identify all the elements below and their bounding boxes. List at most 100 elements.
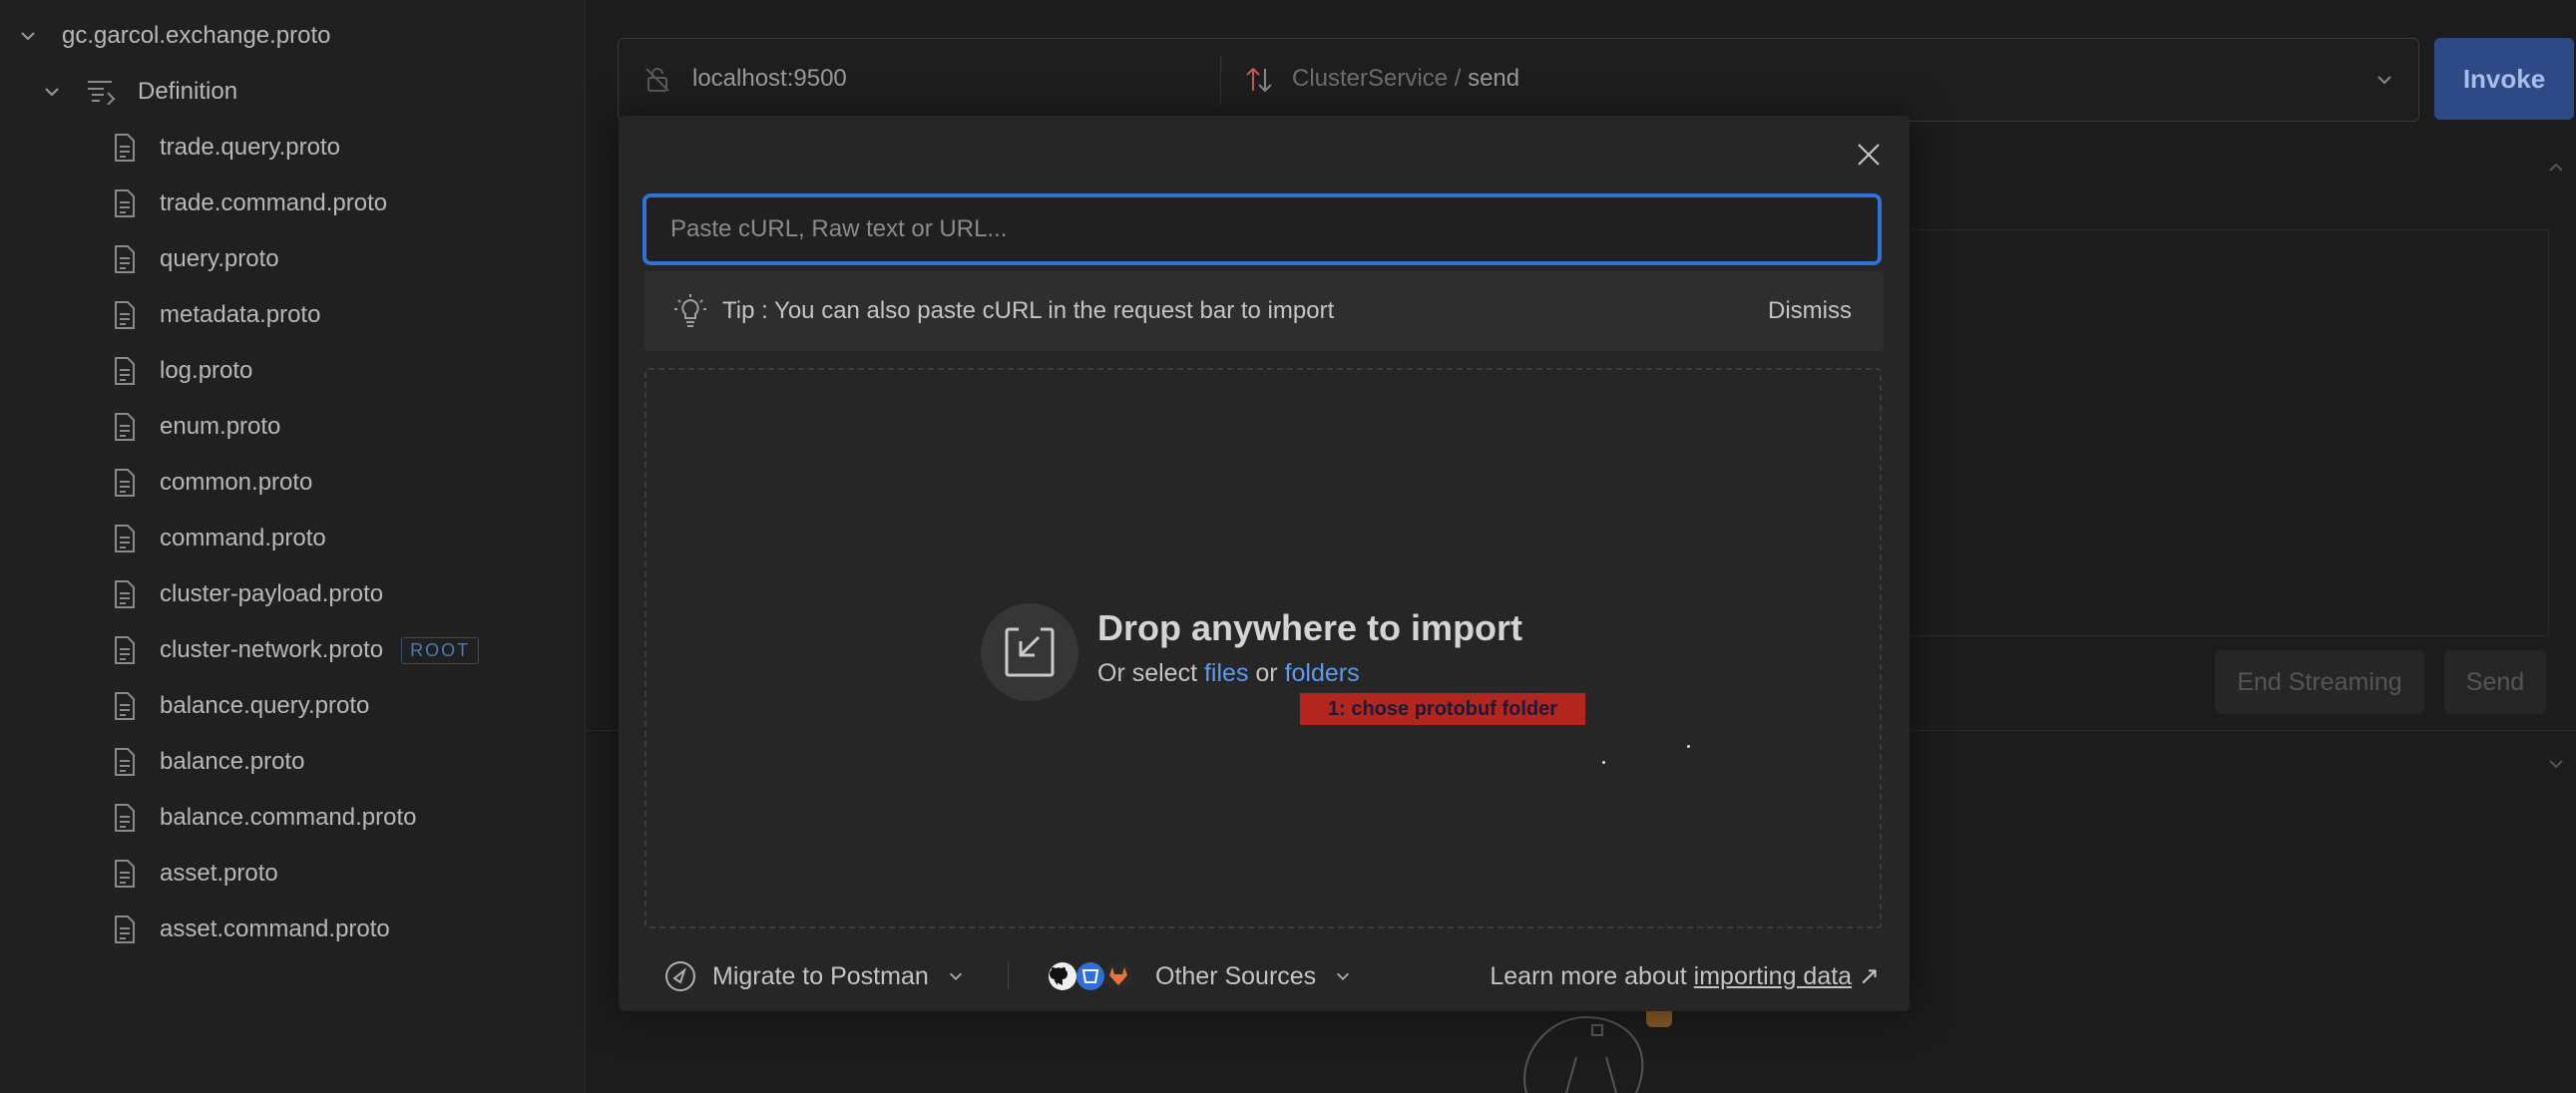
folders-link[interactable]: folders	[1285, 659, 1360, 687]
file-icon	[115, 580, 135, 608]
sidebar-file-item[interactable]: cluster-network.proto ROOT	[114, 622, 480, 678]
tree-root-label: gc.garcol.exchange.proto	[62, 22, 331, 49]
astronaut-illustration	[1523, 997, 1672, 1093]
learn-more-text: Learn more about	[1490, 962, 1694, 990]
file-name: asset.command.proto	[160, 915, 390, 942]
import-modal: Paste cURL, Raw text or URL... Tip : You…	[619, 116, 1910, 1011]
file-icon	[115, 245, 135, 273]
learn-more: Learn more about importing data ↗	[1490, 961, 1880, 991]
file-name: log.proto	[160, 357, 253, 384]
importing-data-link[interactable]: importing data	[1694, 962, 1852, 990]
sidebar-file-item[interactable]: query.proto	[114, 231, 279, 287]
root-badge: ROOT	[401, 636, 480, 664]
file-name: balance.query.proto	[160, 692, 370, 719]
message-editor[interactable]	[1910, 229, 2549, 636]
sidebar-file-item[interactable]: common.proto	[114, 455, 312, 511]
file-icon	[115, 189, 135, 217]
import-icon	[1005, 627, 1055, 677]
file-name: metadata.proto	[160, 301, 321, 328]
file-icon	[115, 636, 135, 664]
method-name: send	[1468, 65, 1520, 92]
postman-icon	[665, 961, 695, 991]
modal-footer: Migrate to Postman Other Sources Learn m…	[619, 941, 1910, 1011]
dismiss-button[interactable]: Dismiss	[1768, 297, 1852, 325]
send-button[interactable]: Send	[2444, 650, 2546, 714]
tree-definition-label: Definition	[138, 78, 238, 105]
file-icon	[115, 413, 135, 441]
migrate-label: Migrate to Postman	[712, 961, 929, 990]
request-bar[interactable]: localhost:9500 ClusterService / send	[618, 38, 2419, 122]
swap-vertical-icon	[1246, 67, 1272, 93]
file-icon	[115, 134, 135, 162]
file-icon	[115, 525, 135, 552]
file-name: trade.query.proto	[160, 134, 340, 161]
tree-root[interactable]: gc.garcol.exchange.proto	[18, 8, 331, 64]
method-selector[interactable]: ClusterService / send	[1292, 65, 1519, 93]
migrate-dropdown[interactable]: Migrate to Postman	[664, 960, 965, 992]
sidebar-file-item[interactable]: asset.command.proto	[114, 902, 390, 957]
file-icon	[115, 301, 135, 329]
tree-definition[interactable]: Definition	[42, 64, 237, 120]
file-name: balance.proto	[160, 748, 305, 775]
file-name: asset.proto	[160, 860, 278, 887]
sidebar-file-item[interactable]: asset.proto	[114, 846, 278, 902]
file-icon	[115, 748, 135, 776]
sidebar-file-item[interactable]: balance.proto	[114, 734, 304, 790]
file-name: common.proto	[160, 469, 313, 496]
chevron-down-icon[interactable]	[2546, 754, 2566, 774]
file-icon	[115, 860, 135, 888]
import-icon-circle	[981, 603, 1078, 701]
gitlab-icon	[1104, 962, 1132, 990]
file-icon	[115, 915, 135, 943]
annotation-label: 1: chose protobuf folder	[1300, 693, 1585, 725]
service-name: ClusterService	[1292, 65, 1449, 92]
paste-input[interactable]: Paste cURL, Raw text or URL...	[643, 193, 1882, 265]
external-link-icon: ↗	[1859, 962, 1880, 990]
or-text: or	[1248, 659, 1285, 687]
close-icon[interactable]	[1856, 142, 1882, 168]
chevron-down-icon[interactable]	[2374, 70, 2394, 90]
file-name: enum.proto	[160, 413, 281, 440]
sidebar-file-item[interactable]: log.proto	[114, 343, 252, 399]
sidebar-file-item[interactable]: balance.query.proto	[114, 678, 369, 734]
chevron-down-icon	[45, 88, 59, 97]
drop-zone[interactable]: Drop anywhere to import Or select files …	[644, 368, 1882, 928]
other-sources-dropdown[interactable]: Other Sources	[1048, 961, 1352, 991]
divider	[1008, 962, 1009, 990]
url-input[interactable]: localhost:9500	[692, 65, 847, 93]
other-sources-label: Other Sources	[1155, 961, 1317, 990]
cursor-dot	[1687, 745, 1690, 748]
file-name: cluster-network.proto	[160, 636, 384, 663]
file-name: cluster-payload.proto	[160, 580, 384, 607]
tip-text: Tip : You can also paste cURL in the req…	[722, 297, 1335, 324]
sidebar-file-item[interactable]: balance.command.proto	[114, 790, 416, 846]
divider	[1220, 55, 1221, 105]
sidebar-file-item[interactable]: enum.proto	[114, 399, 280, 455]
end-streaming-button[interactable]: End Streaming	[2215, 650, 2424, 714]
tip-banner: Tip : You can also paste cURL in the req…	[644, 271, 1884, 351]
sidebar-file-item[interactable]: trade.command.proto	[114, 176, 387, 231]
chevron-down-icon	[21, 32, 35, 41]
service-separator: /	[1448, 65, 1469, 92]
files-link[interactable]: files	[1204, 659, 1248, 687]
file-icon	[115, 692, 135, 720]
chevron-up-icon[interactable]	[2546, 158, 2566, 178]
chevron-down-icon	[949, 972, 962, 980]
github-icon	[1049, 962, 1076, 990]
sidebar-file-item[interactable]: trade.query.proto	[114, 120, 340, 176]
lightbulb-icon	[674, 294, 706, 327]
sidebar-file-item[interactable]: metadata.proto	[114, 287, 320, 343]
or-select-text: Or select	[1097, 659, 1204, 687]
bitbucket-icon	[1076, 962, 1104, 990]
file-icon	[115, 469, 135, 497]
drop-subtitle: Or select files or folders	[1097, 659, 1360, 688]
invoke-button[interactable]: Invoke	[2434, 38, 2574, 120]
sidebar: gc.garcol.exchange.proto Definition trad…	[0, 0, 586, 1093]
lock-off-icon	[645, 68, 669, 92]
chevron-down-icon	[1337, 972, 1350, 980]
sidebar-file-item[interactable]: cluster-payload.proto	[114, 566, 383, 622]
file-name: trade.command.proto	[160, 189, 388, 216]
drop-title: Drop anywhere to import	[1097, 607, 1523, 648]
sidebar-file-item[interactable]: command.proto	[114, 511, 326, 566]
file-name: command.proto	[160, 525, 326, 551]
